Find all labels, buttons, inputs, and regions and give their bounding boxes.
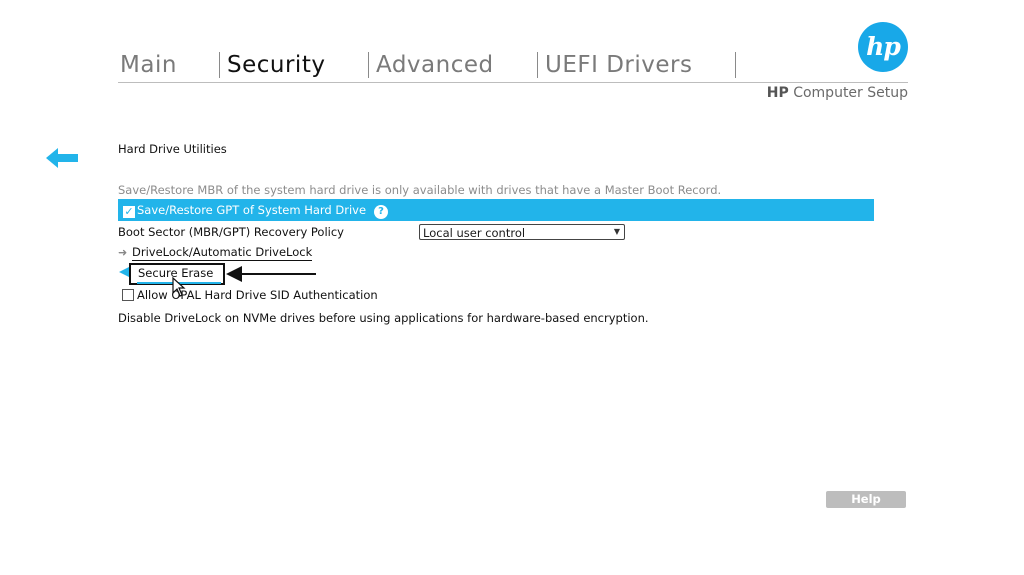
mbr-note: Save/Restore MBR of the system hard driv… bbox=[118, 183, 722, 197]
gpt-option-label: Save/Restore GPT of System Hard Drive bbox=[137, 203, 367, 217]
help-button[interactable]: Help bbox=[826, 491, 906, 508]
submenu-arrow-icon: ➜ bbox=[118, 246, 128, 259]
tab-advanced[interactable]: Advanced bbox=[376, 50, 494, 80]
help-icon[interactable]: ? bbox=[374, 205, 389, 219]
gpt-option-row[interactable]: ✓ Save/Restore GPT of System Hard Drive? bbox=[118, 199, 874, 221]
tab-separator bbox=[368, 52, 369, 78]
drivelock-label: DriveLock/Automatic DriveLock bbox=[132, 245, 313, 261]
tab-security[interactable]: Security bbox=[227, 50, 325, 80]
product-title: HP Computer Setup bbox=[767, 85, 908, 101]
boot-sector-label: Boot Sector (MBR/GPT) Recovery Policy bbox=[118, 225, 344, 239]
tab-separator bbox=[219, 52, 220, 78]
checkmark-icon[interactable]: ✓ bbox=[123, 206, 135, 218]
section-title: Hard Drive Utilities bbox=[118, 142, 227, 156]
boot-sector-select[interactable]: Local user control ▼ bbox=[419, 224, 625, 240]
tab-separator bbox=[735, 52, 736, 78]
submenu-arrow-icon bbox=[119, 267, 129, 277]
tab-main[interactable]: Main bbox=[120, 50, 177, 80]
tab-uefi-drivers[interactable]: UEFI Drivers bbox=[545, 50, 692, 80]
opal-checkbox[interactable] bbox=[122, 289, 134, 301]
boot-sector-value: Local user control bbox=[423, 226, 526, 240]
hp-logo: hp bbox=[858, 22, 908, 72]
back-arrow-icon[interactable] bbox=[46, 148, 78, 168]
footer-note: Disable DriveLock on NVMe drives before … bbox=[118, 311, 649, 325]
product-brand: HP bbox=[766, 85, 789, 101]
opal-label: Allow OPAL Hard Drive SID Authentication bbox=[137, 288, 378, 302]
drivelock-link[interactable]: ➜ DriveLock/Automatic DriveLock bbox=[118, 242, 313, 262]
annotation-arrow-icon bbox=[226, 266, 316, 282]
header-divider bbox=[118, 82, 908, 83]
chevron-down-icon: ▼ bbox=[613, 227, 620, 236]
tab-separator bbox=[537, 52, 538, 78]
product-name: Computer Setup bbox=[793, 85, 908, 101]
